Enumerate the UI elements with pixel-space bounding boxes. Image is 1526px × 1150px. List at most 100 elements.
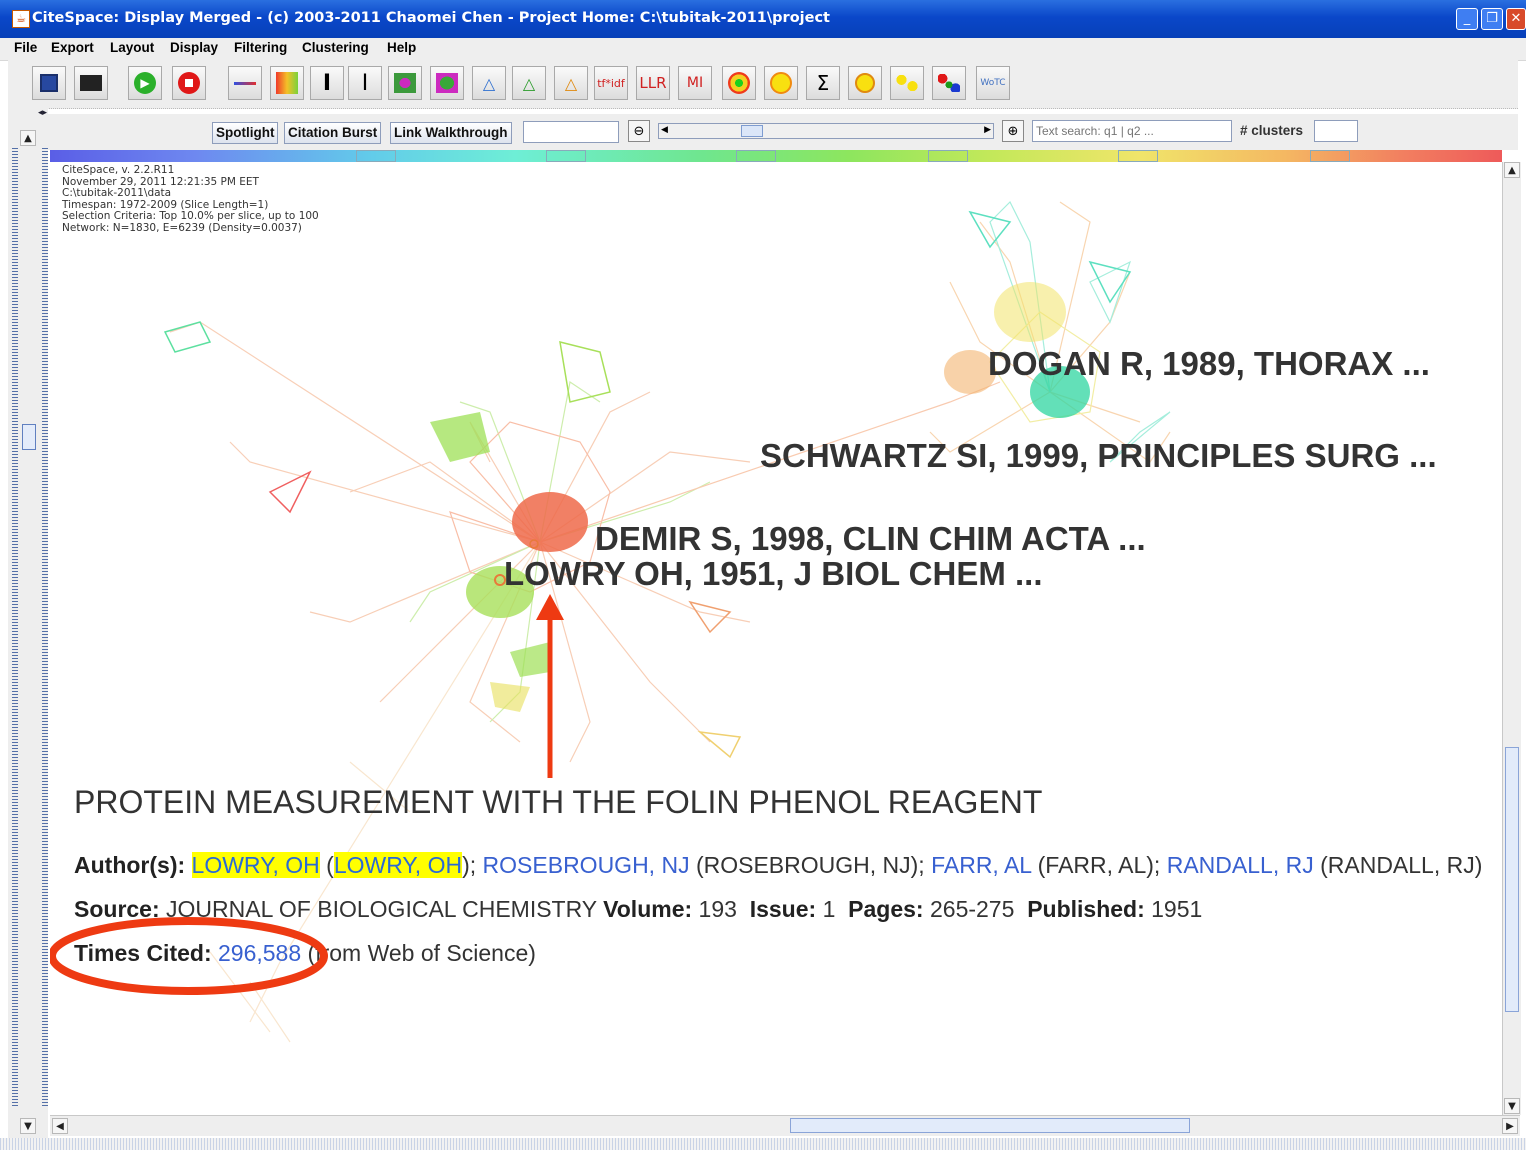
colored-nodes-button[interactable] bbox=[932, 66, 966, 100]
colored-dots-icon bbox=[938, 74, 960, 92]
minimize-button[interactable]: _ bbox=[1456, 8, 1478, 30]
search-node-button[interactable] bbox=[848, 66, 882, 100]
floppy-disk-icon bbox=[40, 74, 58, 92]
menu-export[interactable]: Export bbox=[51, 40, 94, 55]
link-walkthrough-button[interactable]: Link Walkthrough bbox=[390, 122, 512, 144]
issue-value: 1 bbox=[822, 896, 836, 922]
zoom-in-icon: ⊕ bbox=[1007, 124, 1019, 139]
collapse-arrows-icon[interactable]: ◂▸ bbox=[38, 108, 47, 132]
node-label-lowry[interactable]: LOWRY OH, 1951, J BIOL CHEM ... bbox=[504, 555, 1043, 593]
scroll-up-arrow[interactable]: ▲ bbox=[1504, 162, 1520, 178]
control-strip: Spotlight Citation Burst Link Walkthroug… bbox=[48, 114, 1518, 150]
node-cluster-magenta-icon bbox=[394, 73, 416, 93]
timeline-color-bar bbox=[50, 150, 1502, 162]
scroll-left-arrow[interactable]: ◀ bbox=[52, 1118, 68, 1134]
zoom-in-button[interactable]: ⊕ bbox=[1002, 120, 1024, 142]
sigma-icon: Σ bbox=[816, 71, 830, 95]
triangle-green-button[interactable]: △ bbox=[512, 66, 546, 100]
node-label-demir[interactable]: DEMIR S, 1998, CLIN CHIM ACTA ... bbox=[595, 520, 1146, 558]
volume-value: 193 bbox=[698, 896, 737, 922]
link-nodes-button[interactable] bbox=[890, 66, 924, 100]
wos-button[interactable]: WoTC bbox=[976, 66, 1010, 100]
author-link-rosebrough[interactable]: ROSEBROUGH, NJ bbox=[483, 852, 690, 878]
times-cited-source: (from Web of Science) bbox=[307, 940, 536, 966]
published-value: 1951 bbox=[1151, 896, 1203, 922]
ellipse-button[interactable] bbox=[764, 66, 798, 100]
color-grid-button[interactable] bbox=[270, 66, 304, 100]
clapperboard-icon bbox=[80, 75, 102, 91]
clusters-input[interactable] bbox=[1314, 120, 1358, 142]
author-link-randall[interactable]: RANDALL, RJ bbox=[1167, 852, 1314, 878]
author-link-farr[interactable]: FARR, AL bbox=[931, 852, 1031, 878]
zoom-out-icon: ⊖ bbox=[633, 124, 645, 139]
citation-burst-button[interactable]: Citation Burst bbox=[284, 122, 382, 144]
maximize-button[interactable]: ❐ bbox=[1481, 8, 1503, 30]
vertical-scrollbar[interactable]: ▲ ▼ bbox=[1502, 162, 1521, 1115]
authors-label: Author(s): bbox=[74, 852, 186, 878]
annotation-arrow bbox=[536, 594, 564, 778]
node-label-schwartz[interactable]: SCHWARTZ SI, 1999, PRINCIPLES SURG ... bbox=[760, 437, 1437, 475]
target-icon bbox=[728, 72, 750, 94]
slice-marker bbox=[1118, 150, 1158, 162]
text-cursor-icon: I bbox=[361, 70, 369, 96]
play-icon: ▶ bbox=[134, 72, 156, 94]
menu-file[interactable]: File bbox=[14, 40, 37, 55]
stop-button[interactable] bbox=[172, 66, 206, 100]
bold-bar-button[interactable]: I bbox=[310, 66, 344, 100]
text-cursor-button[interactable]: I bbox=[348, 66, 382, 100]
triangle-blue-button[interactable]: △ bbox=[472, 66, 506, 100]
menu-help[interactable]: Help bbox=[387, 40, 416, 55]
vertical-scroll-thumb-left[interactable] bbox=[22, 424, 36, 450]
triangle-network-green-icon: △ bbox=[522, 73, 536, 93]
mi-button[interactable]: MI bbox=[678, 66, 712, 100]
slider-right-arrow-icon[interactable]: ▶ bbox=[984, 125, 991, 135]
scroll-down-arrow-left[interactable]: ▼ bbox=[20, 1118, 36, 1134]
left-side-panel: ▲ ◂▸ ▼ bbox=[8, 108, 48, 1138]
slider-left-arrow-icon[interactable]: ◀ bbox=[661, 125, 668, 135]
author-full-farr: (FARR, AL); bbox=[1037, 852, 1161, 878]
network-canvas[interactable]: CiteSpace, v. 2.2.R11 November 29, 2011 … bbox=[50, 162, 1502, 1115]
scroll-up-arrow-left[interactable]: ▲ bbox=[20, 130, 36, 146]
nodes-green-button[interactable] bbox=[430, 66, 464, 100]
magnifier-yellow-icon bbox=[855, 73, 875, 93]
triangle-orange-button[interactable]: △ bbox=[554, 66, 588, 100]
author-full-lowry: LOWRY, OH bbox=[333, 852, 463, 878]
tfidf-button[interactable]: tf*idf bbox=[594, 66, 628, 100]
node-label-dogan[interactable]: DOGAN R, 1989, THORAX ... bbox=[988, 345, 1430, 383]
slice-marker bbox=[1310, 150, 1350, 162]
save-button[interactable] bbox=[32, 66, 66, 100]
walkthrough-input[interactable] bbox=[523, 121, 619, 143]
clusters-label: # clusters bbox=[1240, 123, 1304, 138]
vertical-scroll-thumb[interactable] bbox=[1505, 747, 1519, 1012]
horizontal-scroll-thumb[interactable] bbox=[790, 1118, 1190, 1133]
slice-marker bbox=[356, 150, 396, 162]
pages-value: 265-275 bbox=[929, 896, 1015, 922]
zoom-out-button[interactable]: ⊖ bbox=[628, 120, 650, 142]
llr-button[interactable]: LLR bbox=[636, 66, 670, 100]
horizontal-scrollbar[interactable]: ◀ ▶ bbox=[50, 1115, 1520, 1136]
start-button[interactable]: ▶ bbox=[128, 66, 162, 100]
scroll-down-arrow[interactable]: ▼ bbox=[1504, 1098, 1520, 1114]
line-icon bbox=[234, 81, 256, 85]
close-button[interactable]: ✕ bbox=[1506, 8, 1526, 30]
author-full-randall: (RANDALL, RJ) bbox=[1320, 852, 1483, 878]
menu-bar: File Export Layout Display Filtering Clu… bbox=[0, 38, 1526, 61]
menu-layout[interactable]: Layout bbox=[110, 40, 154, 55]
text-search-input[interactable] bbox=[1032, 120, 1232, 142]
target-button[interactable] bbox=[722, 66, 756, 100]
nodes-magenta-button[interactable] bbox=[388, 66, 422, 100]
menu-display[interactable]: Display bbox=[170, 40, 218, 55]
slice-marker bbox=[546, 150, 586, 162]
zoom-slider[interactable]: ◀ ▶ bbox=[658, 123, 994, 139]
menu-clustering[interactable]: Clustering bbox=[302, 40, 369, 55]
toolbar: ▶ I I △ △ △ tf*idf LLR MI Σ WoTC bbox=[8, 60, 1518, 109]
author-link-lowry[interactable]: LOWRY, OH bbox=[191, 852, 320, 878]
sigma-button[interactable]: Σ bbox=[806, 66, 840, 100]
scroll-right-arrow[interactable]: ▶ bbox=[1502, 1118, 1518, 1134]
spotlight-button[interactable]: Spotlight bbox=[212, 122, 279, 144]
link-line-button[interactable] bbox=[228, 66, 262, 100]
zoom-slider-thumb[interactable] bbox=[741, 125, 763, 137]
menu-filtering[interactable]: Filtering bbox=[234, 40, 287, 55]
movie-button[interactable] bbox=[74, 66, 108, 100]
record-authors-line: Author(s): LOWRY, OH (LOWRY, OH); ROSEBR… bbox=[74, 852, 1483, 878]
